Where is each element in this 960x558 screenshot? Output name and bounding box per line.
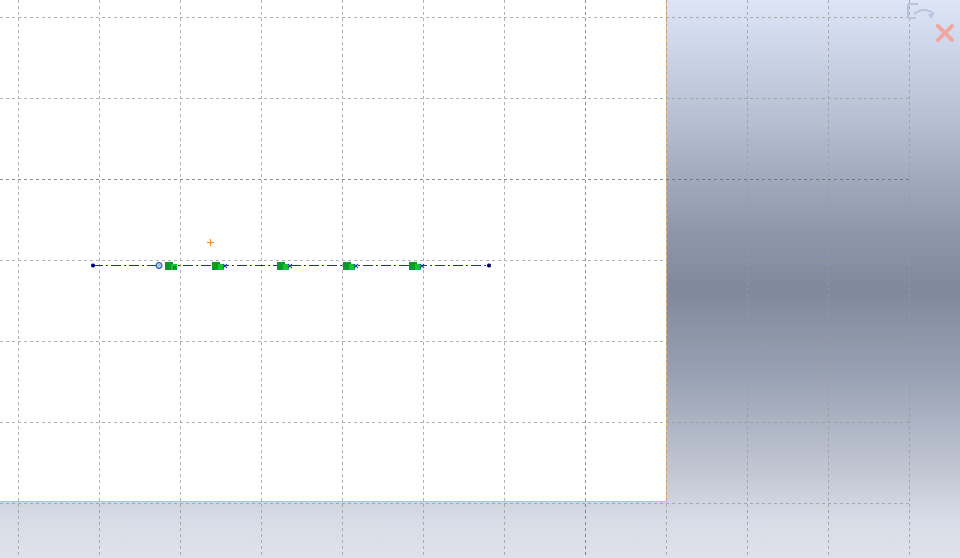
- sketch-endpoint[interactable]: [91, 263, 95, 268]
- sketch-endpoint[interactable]: [487, 263, 491, 268]
- relation-glyph-icon[interactable]: [409, 262, 425, 270]
- sketch-entities[interactable]: n: [0, 0, 960, 558]
- relation-glyph-icon[interactable]: [277, 262, 293, 270]
- relation-glyph-icon[interactable]: n: [165, 262, 177, 272]
- sketch-confirm-icon[interactable]: [907, 3, 935, 19]
- graphics-viewport[interactable]: n: [0, 0, 960, 558]
- svg-text:n: n: [173, 265, 177, 272]
- origin-plus-icon: [207, 239, 214, 246]
- cancel-x-icon[interactable]: [936, 24, 954, 42]
- relation-glyph-icon[interactable]: [343, 262, 359, 270]
- confirmation-corner: [907, 3, 954, 42]
- relation-glyph-icon[interactable]: [212, 262, 228, 270]
- coincident-point-icon[interactable]: [155, 262, 163, 269]
